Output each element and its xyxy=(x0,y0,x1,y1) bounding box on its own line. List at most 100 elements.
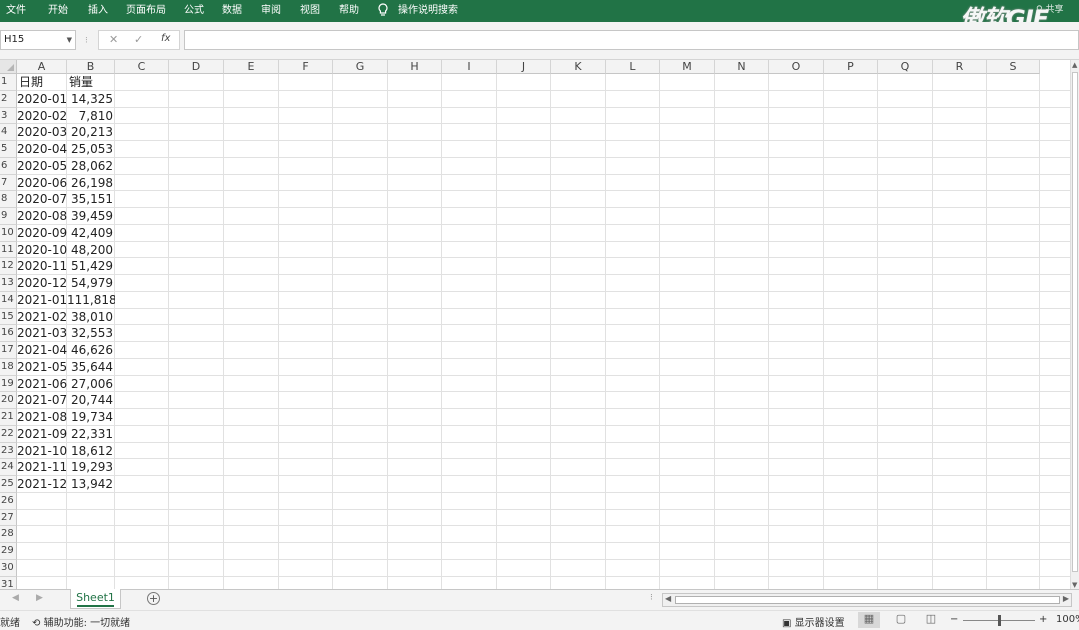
date-cell[interactable]: 2020-02 xyxy=(17,108,67,125)
row-header-22[interactable]: 22 xyxy=(0,425,17,443)
insert-function-icon[interactable]: fx xyxy=(161,33,170,44)
worksheet-grid[interactable]: A B C D E F G H I J K L M N O P Q R S 1 2 3 4 5 6 7 8 9 10 11 12 13 14 15… xyxy=(0,60,1070,610)
sales-cell[interactable]: 51,429 xyxy=(67,258,115,275)
date-cell[interactable]: 2020-04 xyxy=(17,141,67,158)
row-header-28[interactable]: 28 xyxy=(0,526,17,543)
column-header-r[interactable]: R xyxy=(933,60,987,74)
row-header-2[interactable]: 2 xyxy=(0,90,17,108)
ribbon-tab-8[interactable]: 帮助 xyxy=(339,4,359,18)
header-cell-date[interactable]: 日期 xyxy=(17,74,67,91)
column-header-e[interactable]: E xyxy=(224,60,279,74)
sales-cell[interactable]: 27,006 xyxy=(67,376,115,393)
column-header-j[interactable]: J xyxy=(497,60,551,74)
name-box[interactable]: H15 ▼ xyxy=(0,30,76,50)
date-cell[interactable]: 2020-07 xyxy=(17,191,67,208)
date-cell[interactable]: 2021-06 xyxy=(17,376,67,393)
date-cell[interactable]: 2020-10 xyxy=(17,242,67,259)
date-cell[interactable]: 2021-07 xyxy=(17,392,67,409)
column-header-o[interactable]: O xyxy=(769,60,824,74)
date-cell[interactable]: 2021-03 xyxy=(17,325,67,342)
enter-icon[interactable]: ✓ xyxy=(134,33,143,46)
sales-cell[interactable]: 54,979 xyxy=(67,275,115,292)
ribbon-tab-0[interactable]: 文件 xyxy=(6,4,26,18)
date-cell[interactable]: 2020-12 xyxy=(17,275,67,292)
date-cell[interactable]: 2020-09 xyxy=(17,225,67,242)
sales-cell[interactable]: 18,612 xyxy=(67,443,115,460)
row-header-14[interactable]: 14 xyxy=(0,291,17,309)
date-cell[interactable]: 2020-08 xyxy=(17,208,67,225)
cancel-icon[interactable]: ✕ xyxy=(109,33,118,46)
row-header-5[interactable]: 5 xyxy=(0,141,17,158)
sales-cell[interactable]: 19,293 xyxy=(67,459,115,476)
drag-handle-icon[interactable]: ⁝ xyxy=(85,36,88,46)
column-header-f[interactable]: F xyxy=(279,60,333,74)
ribbon-tab-4[interactable]: 公式 xyxy=(184,4,204,18)
row-header-9[interactable]: 9 xyxy=(0,208,17,225)
horizontal-scroll-thumb[interactable] xyxy=(675,596,1060,604)
next-sheet-icon[interactable]: ▶ xyxy=(36,593,43,603)
date-cell[interactable]: 2021-05 xyxy=(17,359,67,376)
chevron-down-icon[interactable]: ▼ xyxy=(67,31,72,49)
row-header-15[interactable]: 15 xyxy=(0,308,17,326)
sales-cell[interactable]: 13,942 xyxy=(67,476,115,493)
sales-cell[interactable]: 7,810 xyxy=(67,108,115,125)
formula-input[interactable] xyxy=(184,30,1079,50)
column-header-k[interactable]: K xyxy=(551,60,606,74)
row-header-20[interactable]: 20 xyxy=(0,392,17,409)
page-layout-view-icon[interactable]: ▢ xyxy=(890,612,912,628)
row-header-25[interactable]: 25 xyxy=(0,476,17,493)
sales-cell[interactable]: 14,325 xyxy=(67,91,115,108)
sales-cell[interactable]: 46,626 xyxy=(67,342,115,359)
sales-cell[interactable]: 20,213 xyxy=(67,124,115,141)
date-cell[interactable]: 2021-11 xyxy=(17,459,67,476)
sales-cell[interactable]: 32,553 xyxy=(67,325,115,342)
row-header-11[interactable]: 11 xyxy=(0,241,17,259)
column-header-n[interactable]: N xyxy=(715,60,769,74)
column-header-c[interactable]: C xyxy=(115,60,169,74)
tell-me-search[interactable]: 操作说明搜索 xyxy=(398,4,458,18)
row-header-12[interactable]: 12 xyxy=(0,258,17,275)
row-header-10[interactable]: 10 xyxy=(0,224,17,242)
accessibility-status[interactable]: ⟲ 辅助功能: 一切就绪 xyxy=(32,614,130,629)
column-header-m[interactable]: M xyxy=(660,60,715,74)
date-cell[interactable]: 2021-12 xyxy=(17,476,67,493)
vertical-scrollbar[interactable]: ▲ ▼ xyxy=(1070,60,1079,590)
row-header-27[interactable]: 27 xyxy=(0,509,17,527)
split-handle-icon[interactable]: ⁝ xyxy=(650,593,653,603)
row-header-6[interactable]: 6 xyxy=(0,157,17,175)
select-all-corner[interactable] xyxy=(0,60,17,74)
row-header-23[interactable]: 23 xyxy=(0,442,17,460)
row-header-26[interactable]: 26 xyxy=(0,492,17,510)
scroll-up-icon[interactable]: ▲ xyxy=(1072,61,1077,69)
sales-cell[interactable]: 35,644 xyxy=(67,359,115,376)
column-header-h[interactable]: H xyxy=(388,60,442,74)
row-header-4[interactable]: 4 xyxy=(0,124,17,141)
column-header-i[interactable]: I xyxy=(442,60,497,74)
row-header-17[interactable]: 17 xyxy=(0,342,17,359)
date-cell[interactable]: 2020-03 xyxy=(17,124,67,141)
scroll-left-icon[interactable]: ◀ xyxy=(665,594,671,603)
column-header-p[interactable]: P xyxy=(824,60,878,74)
row-header-8[interactable]: 8 xyxy=(0,191,17,208)
ribbon-tab-3[interactable]: 页面布局 xyxy=(126,4,166,18)
date-cell[interactable]: 2021-10 xyxy=(17,443,67,460)
horizontal-scrollbar[interactable]: ◀ ▶ xyxy=(662,593,1072,607)
sales-cell[interactable]: 38,010 xyxy=(67,309,115,326)
column-header-b[interactable]: B xyxy=(67,60,115,74)
zoom-level[interactable]: 100% xyxy=(1056,614,1079,625)
column-header-g[interactable]: G xyxy=(333,60,388,74)
row-header-24[interactable]: 24 xyxy=(0,459,17,476)
row-header-7[interactable]: 7 xyxy=(0,174,17,192)
sales-cell[interactable]: 111,818 xyxy=(67,292,115,309)
column-header-a[interactable]: A xyxy=(17,60,67,74)
sales-cell[interactable]: 39,459 xyxy=(67,208,115,225)
sales-cell[interactable]: 35,151 xyxy=(67,191,115,208)
prev-sheet-icon[interactable]: ◀ xyxy=(12,593,19,603)
ribbon-tab-7[interactable]: 视图 xyxy=(300,4,320,18)
date-cell[interactable]: 2021-09 xyxy=(17,426,67,443)
normal-view-icon[interactable]: ▦ xyxy=(858,612,880,628)
page-break-view-icon[interactable]: ◫ xyxy=(920,612,942,628)
row-header-30[interactable]: 30 xyxy=(0,559,17,577)
scroll-down-icon[interactable]: ▼ xyxy=(1072,581,1077,589)
ribbon-tab-2[interactable]: 插入 xyxy=(88,4,108,18)
